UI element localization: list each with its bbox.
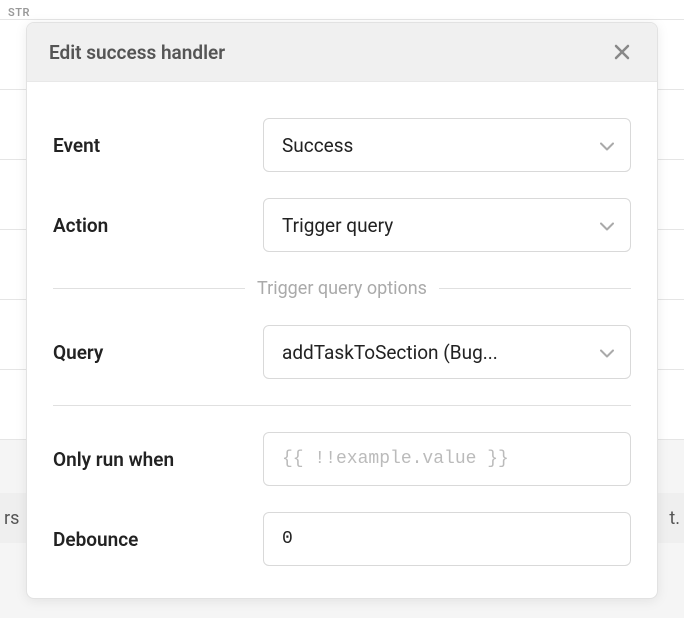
modal-header: Edit success handler [27, 23, 657, 82]
event-label: Event [53, 134, 263, 157]
action-row: Action Trigger query [53, 198, 631, 252]
event-row: Event Success [53, 118, 631, 172]
only-run-when-label: Only run when [53, 448, 263, 471]
section-divider: Trigger query options [53, 278, 631, 299]
query-row: Query addTaskToSection (Bug... [53, 325, 631, 379]
horizontal-rule [53, 405, 631, 406]
edit-handler-modal: Edit success handler Event Success [26, 22, 658, 599]
modal-title: Edit success handler [49, 41, 225, 64]
action-label: Action [53, 214, 263, 237]
query-select[interactable]: addTaskToSection (Bug... [263, 325, 631, 379]
modal-body: Event Success Action Trigger query [27, 82, 657, 598]
event-select-value: Success [282, 134, 353, 157]
divider-line [53, 288, 245, 289]
chevron-down-icon [600, 343, 614, 362]
query-select-value: addTaskToSection (Bug... [282, 341, 498, 364]
debounce-row: Debounce [53, 512, 631, 566]
close-button[interactable] [609, 39, 635, 65]
event-select[interactable]: Success [263, 118, 631, 172]
divider-line [439, 288, 631, 289]
divider-label: Trigger query options [257, 278, 427, 299]
only-run-when-row: Only run when [53, 432, 631, 486]
debounce-input[interactable] [263, 512, 631, 566]
query-label: Query [53, 341, 263, 364]
debounce-label: Debounce [53, 528, 263, 551]
action-select[interactable]: Trigger query [263, 198, 631, 252]
only-run-when-input[interactable] [263, 432, 631, 486]
action-select-value: Trigger query [282, 214, 393, 237]
background-bottom-right: t. [669, 508, 680, 529]
background-row: STR [0, 0, 684, 20]
chevron-down-icon [600, 216, 614, 235]
chevron-down-icon [600, 136, 614, 155]
background-bottom-left: rs [4, 508, 19, 529]
close-icon [613, 43, 631, 61]
